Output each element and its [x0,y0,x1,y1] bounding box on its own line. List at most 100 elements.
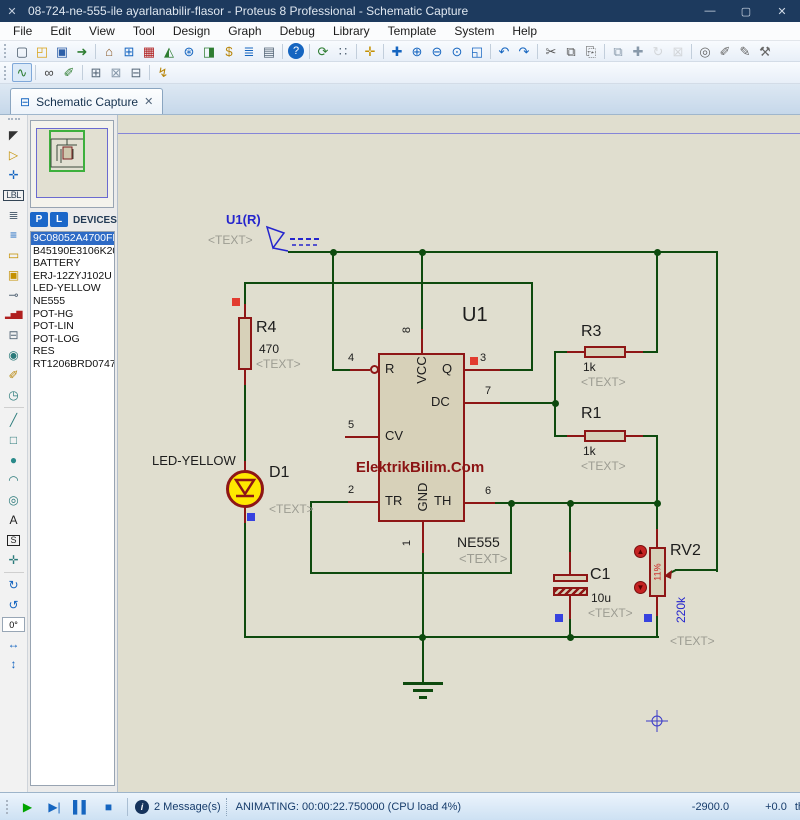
u1-watermark-text[interactable]: ElektrikBilim.Com [354,459,486,476]
d1-ref-label[interactable]: D1 [269,464,289,482]
toggle-grid-button[interactable]: ∷ [333,42,353,61]
capacitor-c1-plate[interactable] [553,574,588,582]
pin-lead[interactable] [350,369,370,371]
junction-dot[interactable] [654,249,661,256]
play-button[interactable]: ▶ [14,800,41,814]
graph-mode-button[interactable]: ▂▅▇ [2,305,25,325]
2d-text-button[interactable]: A [2,510,25,530]
schematic-capture-button[interactable]: ⊞ [119,42,139,61]
device-item[interactable]: 9C08052A4700FKHFT [31,232,114,245]
menu-item[interactable]: Graph [219,23,270,39]
minimize-button[interactable]: — [692,0,728,22]
ground-stem[interactable] [422,636,424,683]
pin-lead[interactable] [465,369,500,371]
wire-segment[interactable] [310,572,512,574]
junction-dot[interactable] [654,500,661,507]
new-sheet-button[interactable]: ⊞ [86,63,106,82]
u1-part-label[interactable]: NE555 [457,534,500,550]
pin-lead[interactable] [656,529,658,549]
pin-lead[interactable] [569,552,571,576]
wire-segment[interactable] [499,402,556,404]
wire-segment[interactable] [656,614,658,638]
copy-button[interactable]: ⧉ [561,42,581,61]
d1-text-placeholder[interactable]: <TEXT> [269,502,314,516]
pin-lead[interactable] [422,521,424,553]
bill-of-materials-button[interactable]: $ [219,42,239,61]
stop-button[interactable]: ■ [95,800,122,814]
wire-label-mode-button[interactable]: LBL [2,185,25,205]
r1-text-placeholder[interactable]: <TEXT> [581,459,626,473]
pick-devices-button[interactable]: P [30,212,48,227]
device-item[interactable]: POT-HG [31,308,114,321]
maximize-button[interactable]: ▢ [728,0,764,22]
pin-tool-button[interactable]: ✐ [715,42,735,61]
2d-arc-button[interactable]: ◠ [2,470,25,490]
rv2-text-placeholder[interactable]: <TEXT> [670,634,715,648]
rotation-angle-input[interactable] [2,617,25,632]
simulation-log-button[interactable]: ≣ [239,42,259,61]
menu-item[interactable]: Tool [124,23,164,39]
wire-segment[interactable] [656,251,658,353]
edit-tool-button[interactable]: ✎ [735,42,755,61]
flip-vertical-button[interactable]: ↕ [2,654,25,674]
menu-item[interactable]: View [80,23,124,39]
tab-close-icon[interactable]: ✕ [144,95,153,108]
wire-segment[interactable] [422,551,424,638]
device-item[interactable]: BATTERY [31,257,114,270]
voltage-probe-mode-button[interactable]: ✐ [2,365,25,385]
d1-part-label[interactable]: LED-YELLOW [152,453,236,468]
pin-lead[interactable] [569,595,571,619]
wire-segment[interactable] [656,503,658,531]
rotate-clockwise-button[interactable]: ↻ [2,575,25,595]
search-component-button[interactable]: ◎ [695,42,715,61]
device-item[interactable]: B45190E3106K209 [31,245,114,258]
paste-button[interactable]: ⎘ [581,42,601,61]
rotate-anticlockwise-button[interactable]: ↺ [2,595,25,615]
property-assignment-button[interactable]: ✐ [59,63,79,82]
undo-button[interactable]: ↶ [494,42,514,61]
c1-value-label[interactable]: 10u [591,591,611,605]
wire-segment[interactable] [716,251,718,572]
pin-lead[interactable] [244,368,246,385]
zoom-area-button[interactable]: ◱ [467,42,487,61]
tape-recorder-mode-button[interactable]: ⊟ [2,325,25,345]
resistor-r1-body[interactable] [584,430,626,442]
c1-ref-label[interactable]: C1 [590,566,610,584]
design-notes-button[interactable]: ▤ [259,42,279,61]
pin-lead[interactable] [345,436,378,438]
power-terminal-symbol[interactable] [256,211,326,257]
menu-item[interactable]: System [445,23,503,39]
junction-dot[interactable] [419,634,426,641]
wire-segment[interactable] [332,251,334,371]
block-rotate-button[interactable]: ↻ [648,42,668,61]
pin-lead[interactable] [624,435,643,437]
flip-horizontal-button[interactable]: ↔ [2,634,25,654]
menu-item[interactable]: Template [379,23,446,39]
wire-segment[interactable] [495,502,659,504]
terminals-mode-button[interactable]: ▣ [2,265,25,285]
capacitor-c1-plate-negative[interactable] [553,587,588,596]
info-icon[interactable]: i [135,800,149,814]
cut-button[interactable]: ✂ [541,42,561,61]
menu-item[interactable]: Library [324,23,379,39]
device-item[interactable]: NE555 [31,295,114,308]
save-project-button[interactable]: ▣ [52,42,72,61]
3d-visualizer-button[interactable]: ◭ [159,42,179,61]
search-tag-button[interactable]: ∞ [39,63,59,82]
pin-lead[interactable] [465,402,500,404]
device-item[interactable]: ERJ-12ZYJ102U [31,270,114,283]
wire-segment[interactable] [554,351,556,437]
redo-button[interactable]: ↷ [514,42,534,61]
wire-segment[interactable] [510,503,512,574]
rv2-increase-button[interactable]: ▲ [634,545,647,558]
resistor-r3-body[interactable] [584,346,626,358]
block-move-button[interactable]: ✚ [628,42,648,61]
junction-dot[interactable] [330,249,337,256]
wire-segment[interactable] [244,636,659,638]
wire-segment[interactable] [310,501,350,503]
device-pins-mode-button[interactable]: ⊸ [2,285,25,305]
wire-autorouter-button[interactable]: ∿ [12,63,32,82]
origin-button[interactable]: ✛ [360,42,380,61]
make-device-button[interactable]: ⚒ [755,42,775,61]
tab-schematic-capture[interactable]: ⊟ Schematic Capture ✕ [10,88,163,114]
